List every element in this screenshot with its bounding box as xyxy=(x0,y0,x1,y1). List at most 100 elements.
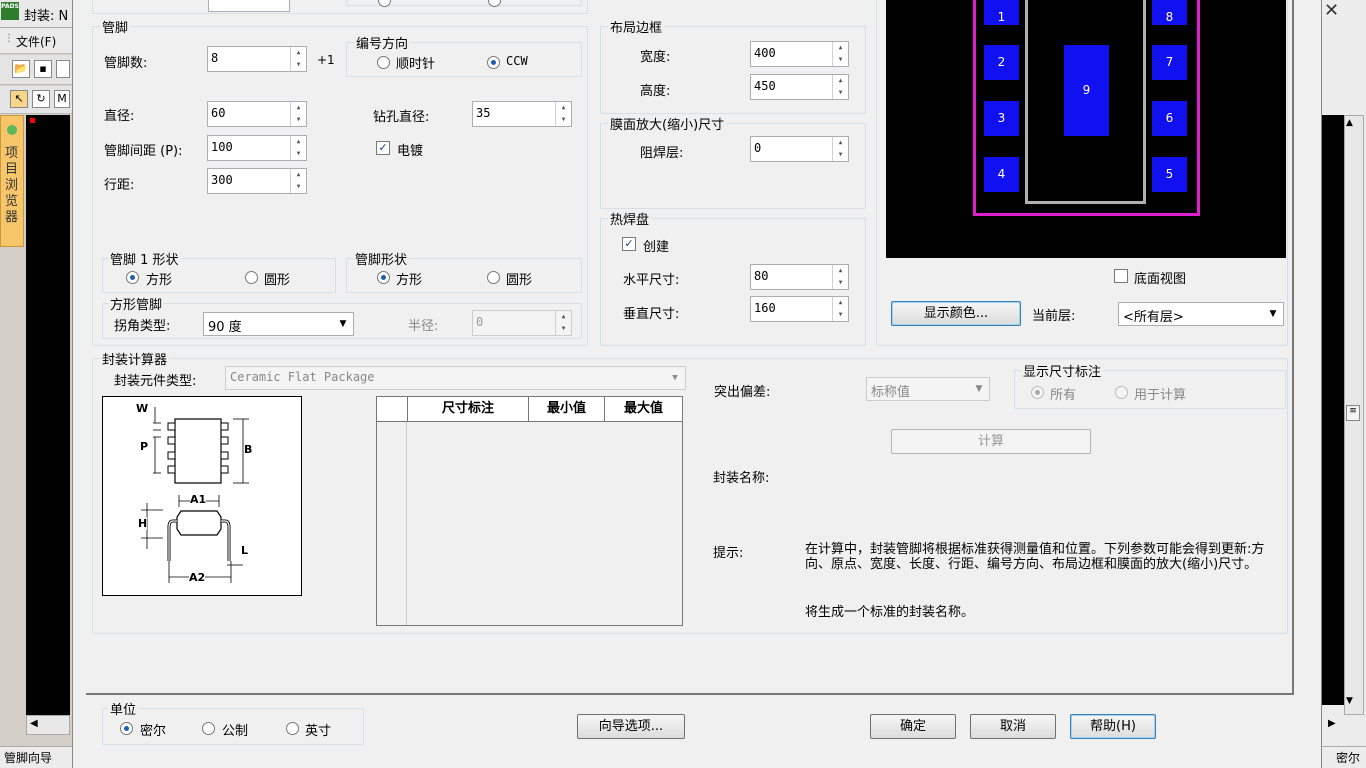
spin-down-icon[interactable]: ▼ xyxy=(556,323,571,335)
border-width-value: 400 xyxy=(754,46,776,60)
cut-off-spin-field[interactable] xyxy=(208,0,290,12)
scroll-left-icon[interactable]: ◀ xyxy=(30,718,38,729)
layout-border-group xyxy=(600,26,866,114)
rotate-icon[interactable]: ↻ xyxy=(32,90,50,108)
corner-type-value: 90 度 xyxy=(208,320,242,335)
tolerance-label: 突出偏差: xyxy=(714,385,771,400)
spin-up-icon[interactable]: ▲ xyxy=(833,137,848,149)
spin-up-icon[interactable]: ▲ xyxy=(556,311,571,323)
spin-down-icon[interactable]: ▼ xyxy=(833,277,848,289)
plated-checkbox[interactable]: ✓ xyxy=(376,141,390,155)
spin-down-icon[interactable]: ▼ xyxy=(291,148,306,160)
measure-icon[interactable]: M xyxy=(54,90,70,108)
toolbar-item-icon[interactable] xyxy=(56,60,70,78)
save-icon[interactable]: ▪ xyxy=(34,60,52,78)
spin-down-icon[interactable]: ▼ xyxy=(833,54,848,66)
solder-mask-spinner[interactable]: 0 ▲ ▼ xyxy=(750,136,849,162)
spin-down-icon[interactable]: ▼ xyxy=(556,114,571,126)
chevron-down-icon[interactable]: ▼ xyxy=(336,316,350,332)
units-inch-radio[interactable] xyxy=(286,722,299,735)
close-icon[interactable]: ✕ xyxy=(1324,2,1344,22)
tolerance-dropdown[interactable]: 标称值 ▼ xyxy=(866,377,990,401)
background-design-canvas-right[interactable] xyxy=(1322,115,1344,705)
corner-type-dropdown[interactable]: 90 度 ▼ xyxy=(203,312,354,336)
numbering-ccw-radio[interactable] xyxy=(487,56,500,69)
row-spacing-spinner[interactable]: 300 ▲ ▼ xyxy=(207,168,307,194)
pin1-round-label: 圆形 xyxy=(264,273,291,288)
show-dims-calc-radio[interactable] xyxy=(1115,386,1128,399)
table-header-min[interactable]: 最小值 xyxy=(529,397,605,421)
component-type-dropdown[interactable]: Ceramic Flat Package ▼ xyxy=(225,366,686,390)
border-height-spinner[interactable]: 450 ▲ ▼ xyxy=(750,74,849,100)
project-browser-tab-label: 项目浏览器 xyxy=(5,146,19,225)
radius-label: 半径: xyxy=(408,319,439,334)
table-header-corner xyxy=(377,397,408,421)
spin-down-icon[interactable]: ▼ xyxy=(291,114,306,126)
scroll-right-icon[interactable]: ▶ xyxy=(1328,718,1336,729)
open-folder-icon[interactable]: 📂 xyxy=(12,60,30,78)
thermal-create-checkbox[interactable]: ✓ xyxy=(622,237,636,251)
calculate-button[interactable]: 计算 xyxy=(891,429,1091,454)
spin-up-icon[interactable]: ▲ xyxy=(833,75,848,87)
package-name-label: 封装名称: xyxy=(713,471,770,486)
spin-up-icon[interactable]: ▲ xyxy=(556,102,571,114)
current-layer-dropdown[interactable]: <所有层> ▼ xyxy=(1118,302,1284,326)
spin-down-icon[interactable]: ▼ xyxy=(291,181,306,193)
ok-button[interactable]: 确定 xyxy=(870,714,956,739)
table-header-max[interactable]: 最大值 xyxy=(605,397,682,421)
help-button[interactable]: 帮助(H) xyxy=(1070,714,1156,739)
pin1-round-radio[interactable] xyxy=(245,271,258,284)
spin-down-icon[interactable]: ▼ xyxy=(833,149,848,161)
units-mil-radio[interactable] xyxy=(120,722,133,735)
spin-up-icon[interactable]: ▲ xyxy=(833,265,848,277)
radius-value: 0 xyxy=(476,315,484,329)
pin-square-radio[interactable] xyxy=(377,271,390,284)
spin-up-icon[interactable]: ▲ xyxy=(833,297,848,309)
spin-down-icon[interactable]: ▼ xyxy=(833,309,848,321)
units-metric-radio[interactable] xyxy=(202,722,215,735)
current-layer-label: 当前层: xyxy=(1032,309,1076,324)
pin-round-radio[interactable] xyxy=(487,271,500,284)
dimension-table-body[interactable] xyxy=(377,422,407,625)
drill-diameter-spinner[interactable]: 35 ▲ ▼ xyxy=(472,101,572,127)
scroll-thumb-icon[interactable]: ≡ xyxy=(1346,405,1360,421)
spin-up-icon[interactable]: ▲ xyxy=(833,42,848,54)
hint-text-name: 将生成一个标准的封装名称。 xyxy=(805,605,975,620)
spin-up-icon[interactable]: ▲ xyxy=(291,169,306,181)
select-arrow-icon[interactable]: ↖ xyxy=(10,90,28,108)
chevron-down-icon[interactable]: ▼ xyxy=(668,370,682,386)
mask-scale-label: 膜面放大(缩小)尺寸 xyxy=(608,114,727,133)
footprint-preview[interactable]: 1 2 3 4 8 7 6 5 9 xyxy=(886,0,1286,258)
pin-count-spinner[interactable]: 8 ▲ ▼ xyxy=(207,46,307,72)
menu-file[interactable]: 文件(F) xyxy=(16,33,56,50)
radius-spinner[interactable]: 0 ▲ ▼ xyxy=(472,310,572,336)
show-dims-all-radio[interactable] xyxy=(1031,386,1044,399)
cancel-button[interactable]: 取消 xyxy=(970,714,1056,739)
pin-pitch-spinner[interactable]: 100 ▲ ▼ xyxy=(207,135,307,161)
numbering-clockwise-radio[interactable] xyxy=(377,56,390,69)
border-width-spinner[interactable]: 400 ▲ ▼ xyxy=(750,41,849,67)
pin1-square-radio[interactable] xyxy=(126,271,139,284)
show-colors-button[interactable]: 显示颜色... xyxy=(891,301,1021,326)
spin-up-icon[interactable]: ▲ xyxy=(291,47,306,59)
bottom-view-checkbox[interactable] xyxy=(1114,269,1128,283)
scroll-up-icon[interactable]: ▲ xyxy=(1346,118,1353,128)
chevron-down-icon[interactable]: ▼ xyxy=(1266,306,1280,322)
scroll-down-icon[interactable]: ▼ xyxy=(1346,696,1353,706)
spin-up-icon[interactable]: ▲ xyxy=(291,102,306,114)
wizard-options-button[interactable]: 向导选项... xyxy=(577,714,685,739)
diameter-spinner[interactable]: 60 ▲ ▼ xyxy=(207,101,307,127)
background-design-canvas[interactable] xyxy=(26,115,70,715)
spin-down-icon[interactable]: ▼ xyxy=(833,87,848,99)
chevron-down-icon[interactable]: ▼ xyxy=(972,381,986,397)
thermal-horizontal-spinner[interactable]: 80 ▲ ▼ xyxy=(750,264,849,290)
drill-diameter-value: 35 xyxy=(476,106,491,120)
border-height-label: 高度: xyxy=(640,84,671,99)
thermal-pad-label: 热焊盘 xyxy=(608,209,652,228)
spin-down-icon[interactable]: ▼ xyxy=(291,59,306,71)
status-units-text: 密尔 xyxy=(1336,751,1361,765)
spin-up-icon[interactable]: ▲ xyxy=(291,136,306,148)
table-header-dimension[interactable]: 尺寸标注 xyxy=(408,397,529,421)
dimension-table[interactable]: 尺寸标注 最小值 最大值 xyxy=(376,396,683,626)
thermal-vertical-spinner[interactable]: 160 ▲ ▼ xyxy=(750,296,849,322)
